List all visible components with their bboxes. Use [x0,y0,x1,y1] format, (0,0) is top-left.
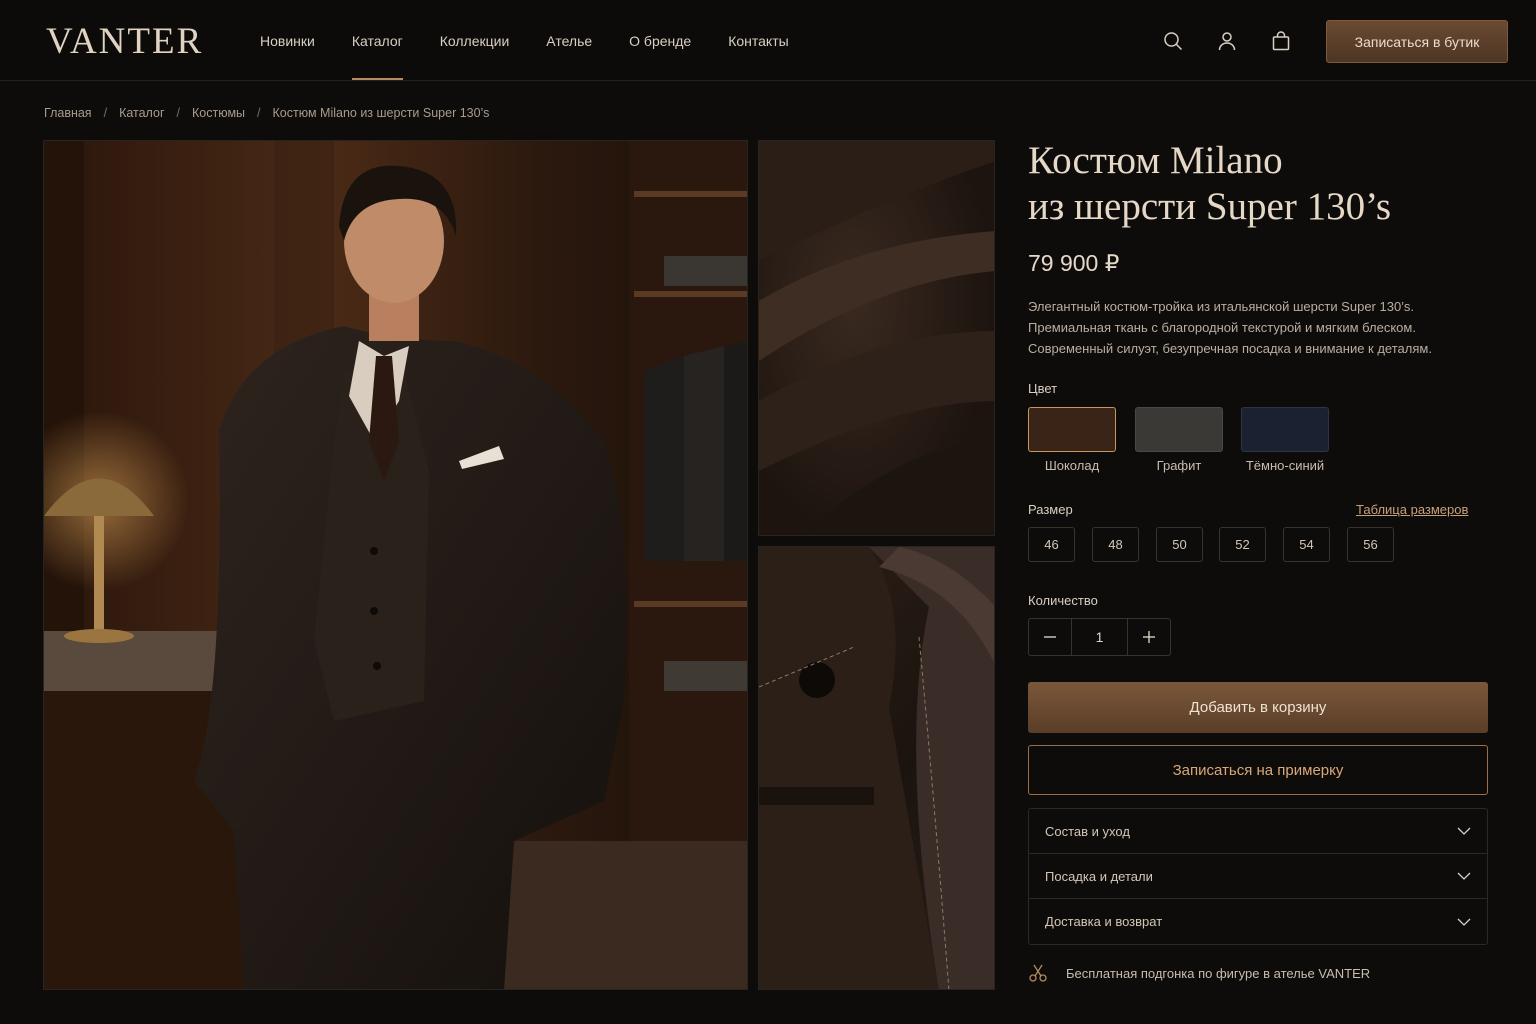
accordion-fit-details[interactable]: Посадка и детали [1029,854,1487,899]
color-label: Цвет [1028,381,1058,396]
chevron-down-icon [1457,827,1471,835]
suit-model-photo [44,141,747,989]
user-icon[interactable] [1216,30,1238,52]
product-title: Костюм Milano из шерсти Super 130’s [1028,138,1508,230]
product-description: Элегантный костюм-тройка из итальянской … [1028,296,1498,359]
nav-item-about[interactable]: О бренде [629,33,691,80]
product-title-line2: из шерсти Super 130’s [1028,185,1392,228]
fabric-texture-thumbnail[interactable] [758,140,995,536]
swatch-navy-label: Тёмно-синий [1245,458,1325,473]
description-line: Элегантный костюм-тройка из итальянской … [1028,299,1414,314]
breadcrumb-catalog[interactable]: Каталог [119,106,164,120]
breadcrumb-separator: / [176,106,180,120]
breadcrumb-suits[interactable]: Костюмы [192,106,245,120]
bag-icon[interactable] [1270,30,1292,52]
quantity-increase-button[interactable] [1128,619,1170,655]
accordion-delivery-returns[interactable]: Доставка и возврат [1029,899,1487,944]
accordion-label: Посадка и детали [1045,868,1153,884]
quantity-label: Количество [1028,593,1098,608]
nav-item-catalog[interactable]: Каталог [351,33,403,80]
nav-item-contacts[interactable]: Контакты [728,33,788,80]
book-boutique-button[interactable]: Записаться в бутик [1326,20,1508,63]
search-icon[interactable] [1162,30,1184,52]
breadcrumb-separator: / [257,106,261,120]
size-option-48[interactable]: 48 [1092,527,1139,562]
lapel-closeup-photo [759,547,994,989]
free-fitting-text: Бесплатная подгонка по фигуре в ателье V… [1066,965,1371,981]
chevron-down-icon [1457,872,1471,880]
size-option-46[interactable]: 46 [1028,527,1075,562]
swatch-chocolate-label: Шоколад [1044,458,1100,473]
accordion-label: Доставка и возврат [1045,914,1163,929]
product-accordion: Состав и уход Посадка и детали Доставка … [1028,808,1488,945]
lapel-detail-thumbnail[interactable] [758,546,995,990]
main-nav: Новинки Каталог Коллекции Ателье О бренд… [260,33,826,80]
add-to-cart-button[interactable]: Добавить в корзину [1028,682,1488,733]
swatch-navy[interactable] [1241,407,1329,452]
book-fitting-button[interactable]: Записаться на примерку [1028,745,1488,795]
quantity-value[interactable]: 1 [1071,619,1128,655]
breadcrumb-current: Костюм Milano из шерсти Super 130’s [272,106,490,120]
free-fitting-note: Бесплатная подгонка по фигуре в ателье V… [1028,963,1370,983]
quantity-stepper: 1 [1028,618,1171,656]
minus-icon [1044,636,1056,638]
size-chart-link[interactable]: Таблица размеров [1356,502,1468,517]
nav-item-collections[interactable]: Коллекции [440,33,510,80]
accordion-composition-care[interactable]: Состав и уход [1029,809,1487,854]
breadcrumb: Главная / Каталог / Костюмы / Костюм Mil… [44,106,489,120]
swatch-graphite[interactable] [1135,407,1223,452]
plus-icon [1143,631,1155,643]
nav-item-new[interactable]: Новинки [260,33,315,80]
description-line: Премиальная ткань с благородной текстуро… [1028,320,1416,335]
quantity-decrease-button[interactable] [1029,619,1071,655]
fabric-closeup-photo [759,141,994,535]
accordion-label: Состав и уход [1045,823,1130,839]
breadcrumb-home[interactable]: Главная [44,106,92,120]
size-option-56[interactable]: 56 [1347,527,1394,562]
product-title-line1: Костюм Milano [1028,139,1283,182]
chevron-down-icon [1457,918,1471,926]
swatch-graphite-label: Графит [1156,458,1202,473]
site-header: VANTER Новинки Каталог Коллекции Ателье … [0,0,1536,81]
nav-item-atelier[interactable]: Ателье [546,33,592,80]
scissors-icon [1029,964,1047,982]
size-option-50[interactable]: 50 [1156,527,1203,562]
brand-logo[interactable]: VANTER [46,20,203,63]
product-main-image[interactable] [43,140,748,990]
breadcrumb-separator: / [103,106,108,120]
size-option-54[interactable]: 54 [1283,527,1330,562]
swatch-chocolate[interactable] [1028,407,1116,452]
description-line: Современный силуэт, безупречная посадка … [1028,341,1432,356]
product-price: 79 900 ₽ [1028,250,1120,276]
size-label: Размер [1028,502,1073,517]
size-option-52[interactable]: 52 [1219,527,1266,562]
